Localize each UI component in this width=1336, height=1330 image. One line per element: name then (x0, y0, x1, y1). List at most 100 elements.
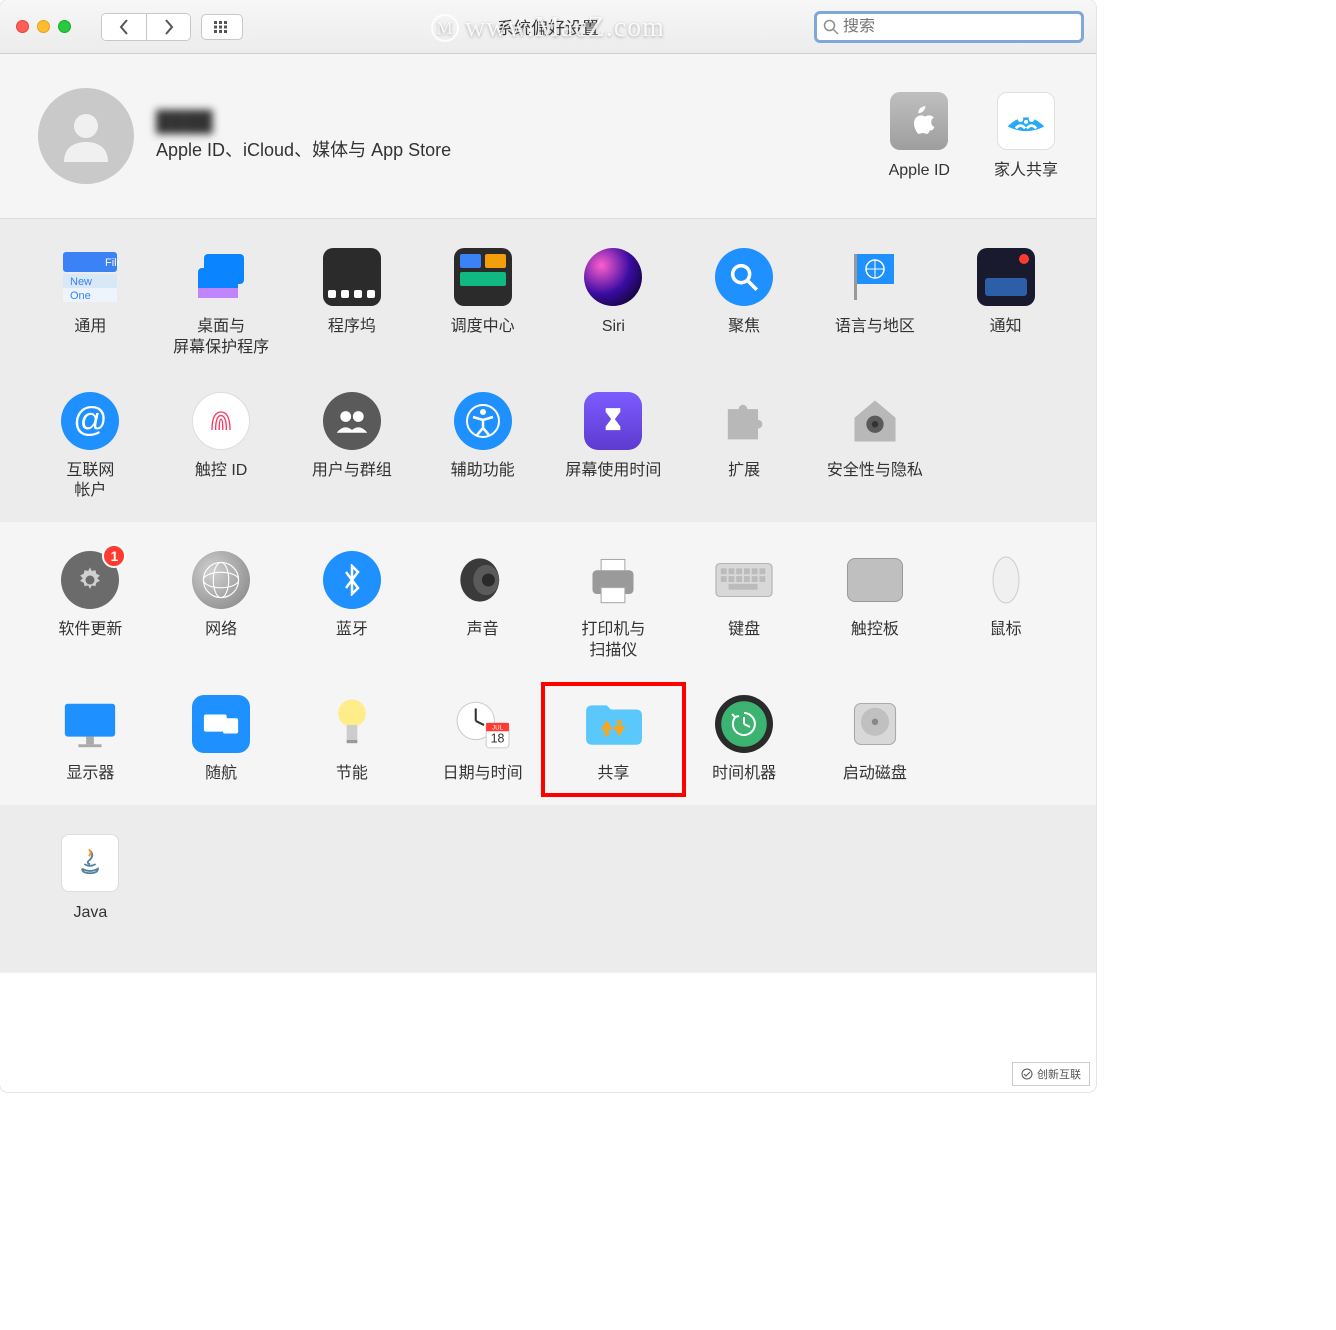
search-field[interactable] (814, 11, 1084, 43)
family-icon (996, 91, 1056, 151)
disk-icon (845, 694, 905, 754)
close-button[interactable] (16, 20, 29, 33)
tile-label: 鼠标 (990, 620, 1022, 641)
svg-text:File: File (105, 257, 119, 269)
printers-scanners-tile[interactable]: 打印机与 扫描仪 (553, 550, 674, 662)
tile-label: 软件更新 (58, 620, 122, 641)
tile-label: 程序坞 (328, 317, 376, 338)
keyboard-tile[interactable]: 键盘 (684, 550, 805, 662)
keyboard-icon (714, 550, 774, 610)
puzzle-icon (714, 391, 774, 451)
accessibility-icon (453, 391, 513, 451)
mission-control-tile[interactable]: 调度中心 (422, 247, 543, 359)
window-title: 系统偏好设置 (497, 14, 599, 39)
startup-disk-tile[interactable]: 启动磁盘 (815, 694, 936, 785)
search-icon (823, 19, 839, 35)
minimize-button[interactable] (37, 20, 50, 33)
tile-label: 触控板 (851, 620, 899, 641)
dock-tile[interactable]: 程序坞 (292, 247, 413, 359)
trackpad-icon (845, 550, 905, 610)
sidecar-tile[interactable]: 随航 (161, 694, 282, 785)
java-icon (60, 833, 120, 893)
user-avatar[interactable] (38, 88, 134, 184)
tile-label: 安全性与隐私 (827, 461, 923, 482)
sharing-folder-icon (583, 694, 643, 754)
tile-label: 显示器 (66, 764, 114, 785)
desktop-screensaver-tile[interactable]: 桌面与 屏幕保护程序 (161, 247, 282, 359)
sharing-tile[interactable]: 共享 (553, 694, 674, 785)
internet-accounts-tile[interactable]: @ 互联网 帐户 (30, 391, 151, 503)
tile-label: 通用 (74, 317, 106, 338)
panel-other: Java (0, 805, 1096, 974)
tile-label: 蓝牙 (336, 620, 368, 641)
flag-icon (845, 247, 905, 307)
trackpad-tile[interactable]: 触控板 (815, 550, 936, 662)
extensions-tile[interactable]: 扩展 (684, 391, 805, 503)
date-time-tile[interactable]: 18JUL 日期与时间 (422, 694, 543, 785)
tile-label: 聚焦 (728, 317, 760, 338)
users-groups-tile[interactable]: 用户与群组 (292, 391, 413, 503)
screen-time-tile[interactable]: 屏幕使用时间 (553, 391, 674, 503)
tile-label: 调度中心 (451, 317, 515, 338)
fingerprint-icon (191, 391, 251, 451)
apple-id-tile[interactable]: Apple ID (889, 91, 950, 182)
tile-label: 语言与地区 (835, 317, 915, 338)
apple-icon (889, 91, 949, 151)
software-update-tile[interactable]: 1 软件更新 (30, 550, 151, 662)
house-lock-icon (845, 391, 905, 451)
notifications-icon (976, 247, 1036, 307)
tile-label: 辅助功能 (451, 461, 515, 482)
mouse-icon (976, 550, 1036, 610)
tile-label: 通知 (990, 317, 1022, 338)
svg-text:New: New (70, 276, 92, 288)
user-name: ████ (156, 111, 451, 134)
bluetooth-tile[interactable]: 蓝牙 (292, 550, 413, 662)
mouse-tile[interactable]: 鼠标 (945, 550, 1066, 662)
nav-buttons (101, 13, 191, 41)
tile-label: 时间机器 (712, 764, 776, 785)
network-tile[interactable]: 网络 (161, 550, 282, 662)
person-icon (54, 104, 118, 168)
general-icon: FileNewOne (60, 247, 120, 307)
footer-watermark: 创新互联 (1012, 1062, 1090, 1086)
tile-label: Java (73, 903, 107, 924)
family-sharing-tile[interactable]: 家人共享 (994, 91, 1058, 182)
spotlight-icon (714, 247, 774, 307)
notifications-tile[interactable]: 通知 (945, 247, 1066, 359)
titlebar: 系统偏好设置 (0, 0, 1096, 54)
java-tile[interactable]: Java (30, 833, 151, 924)
tile-label: 用户与群组 (312, 461, 392, 482)
accessibility-tile[interactable]: 辅助功能 (422, 391, 543, 503)
sound-tile[interactable]: 声音 (422, 550, 543, 662)
tile-label: 打印机与 扫描仪 (581, 620, 645, 662)
profile-section: ████ Apple ID、iCloud、媒体与 App Store Apple… (0, 54, 1096, 219)
update-badge: 1 (102, 544, 126, 568)
clock-calendar-icon: 18JUL (453, 694, 513, 754)
back-button[interactable] (102, 14, 146, 40)
forward-button[interactable] (146, 14, 190, 40)
security-privacy-tile[interactable]: 安全性与隐私 (815, 391, 936, 503)
time-machine-tile[interactable]: 时间机器 (684, 694, 805, 785)
touch-id-tile[interactable]: 触控 ID (161, 391, 282, 503)
search-input[interactable] (843, 18, 1075, 36)
panel-personal: FileNewOne 通用 桌面与 屏幕保护程序 (0, 219, 1096, 522)
general-tile[interactable]: FileNewOne 通用 (30, 247, 151, 359)
speaker-icon (453, 550, 513, 610)
show-all-button[interactable] (201, 14, 243, 40)
siri-tile[interactable]: Siri (553, 247, 674, 359)
siri-icon (583, 247, 643, 307)
tile-label: 键盘 (728, 620, 760, 641)
tile-label: 启动磁盘 (843, 764, 907, 785)
energy-saver-tile[interactable]: 节能 (292, 694, 413, 785)
mission-control-icon (453, 247, 513, 307)
tile-label: 桌面与 屏幕保护程序 (173, 317, 269, 359)
language-region-tile[interactable]: 语言与地区 (815, 247, 936, 359)
display-icon (60, 694, 120, 754)
spotlight-tile[interactable]: 聚焦 (684, 247, 805, 359)
users-icon (322, 391, 382, 451)
time-machine-icon (714, 694, 774, 754)
zoom-button[interactable] (58, 20, 71, 33)
tile-label: 屏幕使用时间 (565, 461, 661, 482)
displays-tile[interactable]: 显示器 (30, 694, 151, 785)
sidecar-icon (191, 694, 251, 754)
